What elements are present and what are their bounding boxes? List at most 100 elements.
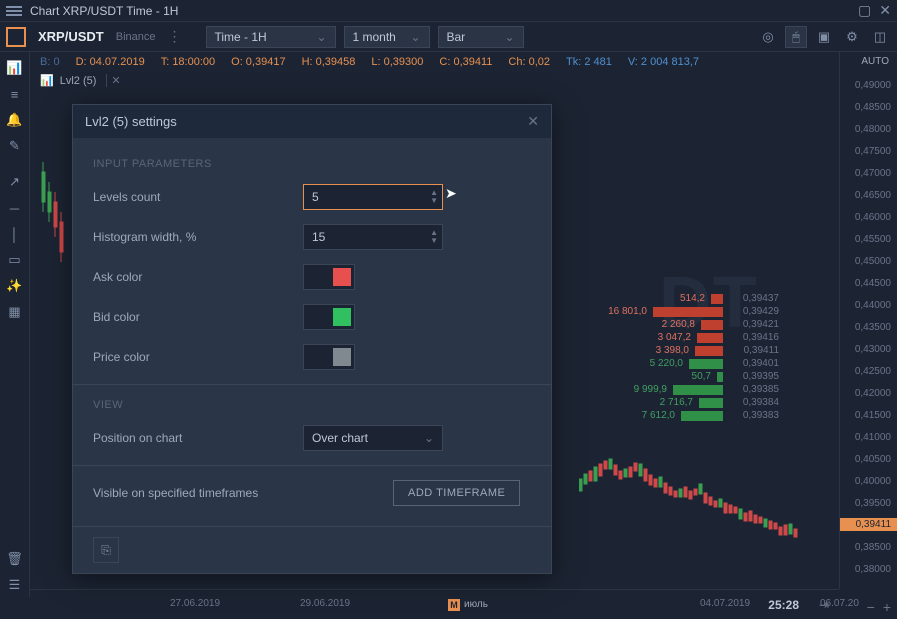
book-ask-row: 16 801,00,39429	[587, 305, 779, 318]
levels-count-label: Levels count	[93, 190, 303, 204]
price-tick: 0,40500	[855, 454, 891, 465]
vline-icon[interactable]: │	[3, 222, 27, 246]
price-tick: 0,47500	[855, 146, 891, 157]
symbol-label[interactable]: XRP/USDT	[38, 29, 104, 44]
period-select[interactable]: 1 month⌄	[344, 26, 430, 48]
dialog-title: Lvl2 (5) settings	[85, 114, 177, 129]
countdown-label: 25:28	[768, 598, 799, 612]
list-icon[interactable]: ☰	[3, 573, 27, 597]
book-bid-row: 5 220,00,39401	[587, 357, 779, 370]
copy-settings-icon[interactable]: ⎘	[93, 537, 119, 563]
window-title: Chart XRP/USDT Time - 1H	[30, 4, 858, 18]
price-tick: 0,41000	[855, 432, 891, 443]
time-axis[interactable]: 27.06.201929.06.201904.07.201906.07.20 M…	[30, 589, 839, 619]
time-tick: 27.06.2019	[170, 598, 220, 609]
mouse-icon[interactable]: 🖱	[785, 26, 807, 48]
price-tick: 0,38500	[855, 542, 891, 553]
price-tick: 0,49000	[855, 80, 891, 91]
stepper-down-icon[interactable]: ▼	[430, 197, 438, 205]
scroll-right-icon[interactable]: ⇥	[819, 598, 829, 612]
main-menu-icon[interactable]	[6, 3, 22, 19]
indicators-icon[interactable]: 📊	[3, 56, 27, 80]
book-bid-row: 50,70,39395	[587, 370, 779, 383]
level2-book: 514,20,3943716 801,00,394292 260,80,3942…	[587, 292, 779, 422]
dialog-close-icon[interactable]: ✕	[527, 113, 539, 130]
price-tick: 0,48000	[855, 124, 891, 135]
book-bid-row: 9 999,90,39385	[587, 383, 779, 396]
histogram-width-label: Histogram width, %	[93, 230, 303, 244]
book-ask-row: 3 047,20,39416	[587, 331, 779, 344]
indicator-close-icon[interactable]: ✕	[106, 74, 124, 87]
add-timeframe-button[interactable]: ADD TIMEFRAME	[393, 480, 520, 506]
price-tick: 0,47000	[855, 168, 891, 179]
current-price-label: 0,39411	[840, 518, 897, 531]
price-tick: 0,43000	[855, 344, 891, 355]
price-tick: 0,42000	[855, 388, 891, 399]
hline-icon[interactable]: ─	[3, 196, 27, 220]
price-tick: 0,46500	[855, 190, 891, 201]
chart-style-select[interactable]: Bar⌄	[438, 26, 524, 48]
price-tick: 0,45000	[855, 256, 891, 267]
candles-left	[40, 152, 70, 332]
histogram-width-input[interactable]: 15 ▲▼	[303, 224, 443, 250]
trash-icon[interactable]: 🗑	[3, 547, 27, 571]
zoom-in-icon[interactable]: +	[883, 599, 891, 615]
edit-icon[interactable]: ✎	[3, 134, 27, 158]
price-tick: 0,45500	[855, 234, 891, 245]
price-color-label: Price color	[93, 350, 303, 364]
table-icon[interactable]: ▦	[3, 300, 27, 324]
book-ask-row: 2 260,80,39421	[587, 318, 779, 331]
book-ask-row: 514,20,39437	[587, 292, 779, 305]
price-tick: 0,40000	[855, 476, 891, 487]
book-bid-row: 7 612,00,39383	[587, 409, 779, 422]
trendline-icon[interactable]: ↗	[3, 170, 27, 194]
gear-icon[interactable]: ⚙	[841, 26, 863, 48]
section-input-params: INPUT PARAMETERS	[93, 158, 531, 170]
exchange-label: Binance	[116, 31, 156, 43]
price-axis[interactable]: AUTO 0,49000 0,48500 0,48000 0,47500 0,47000…	[839, 52, 897, 589]
ask-color-label: Ask color	[93, 270, 303, 284]
price-tick: 0,44000	[855, 300, 891, 311]
book-bid-row: 2 716,70,39384	[587, 396, 779, 409]
camera-icon[interactable]: ▣	[813, 26, 835, 48]
price-tick: 0,43500	[855, 322, 891, 333]
layers-icon[interactable]: ≡	[3, 82, 27, 106]
rect-icon[interactable]: ▭	[3, 248, 27, 272]
price-axis-auto[interactable]: AUTO	[861, 56, 889, 67]
price-tick: 0,39500	[855, 498, 891, 509]
month-marker-icon: M	[448, 599, 460, 611]
bid-color-picker[interactable]	[303, 304, 355, 330]
alert-icon[interactable]: 🔔	[3, 108, 27, 132]
price-tick: 0,46000	[855, 212, 891, 223]
ohlc-readout: B: 0 D: 04.07.2019 T: 18:00:00 O: 0,3941…	[30, 52, 839, 72]
position-on-chart-label: Position on chart	[93, 431, 303, 445]
position-on-chart-select[interactable]: Over chart⌄	[303, 425, 443, 451]
magic-icon[interactable]: ✨	[3, 274, 27, 298]
time-tick: 04.07.2019	[700, 598, 750, 609]
levels-count-input[interactable]: 5 ▲▼	[303, 184, 443, 210]
bid-color-label: Bid color	[93, 310, 303, 324]
book-ask-row: 3 398,00,39411	[587, 344, 779, 357]
indicator-name[interactable]: Lvl2 (5)	[60, 75, 97, 87]
time-tick: 29.06.2019	[300, 598, 350, 609]
layout-icon[interactable]: ◫	[869, 26, 891, 48]
search-icon[interactable]: ◎	[757, 26, 779, 48]
section-view: VIEW	[93, 399, 531, 411]
price-tick: 0,44500	[855, 278, 891, 289]
price-tick: 0,48500	[855, 102, 891, 113]
indicator-icon: 📊	[40, 74, 54, 87]
close-window-icon[interactable]: ✕	[879, 2, 891, 19]
maximize-icon[interactable]: ▢	[858, 2, 871, 19]
price-tick: 0,41500	[855, 410, 891, 421]
price-color-picker[interactable]	[303, 344, 355, 370]
zoom-out-icon[interactable]: −	[867, 599, 875, 615]
timeframe-select[interactable]: Time - 1H⌄	[206, 26, 336, 48]
price-tick: 0,42500	[855, 366, 891, 377]
symbol-menu-icon[interactable]: ⋮	[164, 28, 186, 45]
stepper-down-icon[interactable]: ▼	[430, 237, 438, 245]
ask-color-picker[interactable]	[303, 264, 355, 290]
app-logo-icon	[6, 27, 26, 47]
price-tick: 0,38000	[855, 564, 891, 575]
candles-right	[579, 419, 819, 579]
indicator-settings-dialog: Lvl2 (5) settings ✕ INPUT PARAMETERS Lev…	[72, 104, 552, 574]
